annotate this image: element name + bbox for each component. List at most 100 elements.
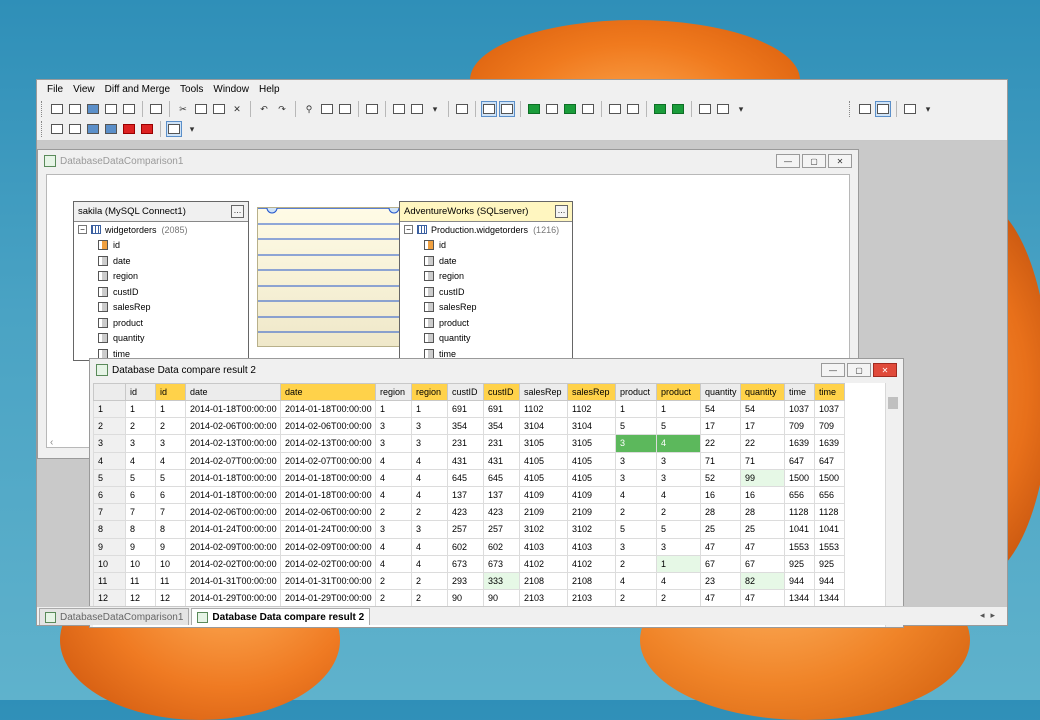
- table-cell[interactable]: 47: [700, 537, 741, 556]
- table-cell[interactable]: 645: [447, 468, 484, 487]
- table-cell[interactable]: 2: [375, 503, 412, 522]
- row-number[interactable]: 9: [93, 537, 126, 556]
- delete-icon[interactable]: ✕: [229, 101, 245, 117]
- comparison-window-titlebar[interactable]: DatabaseDataComparison1: [38, 150, 858, 172]
- table-cell[interactable]: 3102: [567, 520, 616, 539]
- table-cell[interactable]: 1128: [814, 503, 845, 522]
- table-cell[interactable]: 5: [615, 520, 657, 539]
- text-view-icon[interactable]: [857, 101, 873, 117]
- table-cell[interactable]: 4: [125, 451, 156, 470]
- table-cell[interactable]: 3: [656, 451, 701, 470]
- right-column-date[interactable]: date: [400, 253, 572, 269]
- table-cell[interactable]: 709: [814, 417, 845, 436]
- right-column-product[interactable]: product: [400, 315, 572, 331]
- table-icon[interactable]: [49, 121, 65, 137]
- compare-word-icon[interactable]: [85, 101, 101, 117]
- table-cell[interactable]: 944: [784, 571, 815, 591]
- table-row[interactable]: 10 10 10 2014-02-02T00:00:00 2014-02-02T00:0…: [93, 554, 845, 573]
- table-cell[interactable]: 8: [155, 520, 186, 539]
- table-cell[interactable]: 1037: [814, 399, 845, 419]
- table-cell[interactable]: 4109: [567, 485, 616, 505]
- table-cell[interactable]: 6: [155, 485, 186, 505]
- collapse-icon[interactable]: −: [404, 225, 413, 235]
- table-cell[interactable]: 5: [155, 468, 186, 487]
- table-cell[interactable]: 4: [375, 468, 412, 487]
- table-cell[interactable]: 4103: [519, 537, 568, 556]
- column-header-region[interactable]: region: [411, 383, 448, 401]
- table-cell[interactable]: 2014-02-06T00:00:00: [280, 503, 376, 522]
- table-cell[interactable]: 231: [447, 434, 484, 453]
- table-cell[interactable]: 1553: [814, 537, 845, 556]
- table-cell[interactable]: 602: [447, 537, 484, 556]
- table-cell[interactable]: 2014-01-24T00:00:00: [280, 520, 376, 539]
- toolbar-grip[interactable]: [41, 121, 45, 137]
- table-cell[interactable]: 4: [656, 571, 701, 591]
- maximize-button[interactable]: ▢: [802, 154, 826, 168]
- table-cell[interactable]: 647: [814, 451, 845, 470]
- merge-right-icon[interactable]: [652, 101, 668, 117]
- table-cell[interactable]: 4: [411, 451, 448, 470]
- report-icon[interactable]: [391, 101, 407, 117]
- row-number[interactable]: 5: [93, 468, 126, 487]
- map-tables-icon[interactable]: [85, 121, 101, 137]
- column-header-date[interactable]: date: [185, 383, 281, 401]
- table-cell[interactable]: 12: [125, 589, 156, 608]
- tab-scroll-arrows-icon[interactable]: ◂▸: [980, 610, 1001, 621]
- table-cell[interactable]: 2014-02-02T00:00:00: [185, 554, 281, 573]
- table-row[interactable]: 7 7 7 2014-02-06T00:00:00 2014-02-06T00:00:0…: [93, 503, 845, 522]
- left-table-box[interactable]: sakila (MySQL Connect1) … − widgetorders…: [73, 201, 249, 361]
- table-cell[interactable]: 1639: [814, 434, 845, 453]
- paste-icon[interactable]: [211, 101, 227, 117]
- table-cell[interactable]: 2014-01-18T00:00:00: [280, 468, 376, 487]
- table-cell[interactable]: 10: [155, 554, 186, 573]
- table-cell[interactable]: 2014-01-18T00:00:00: [280, 399, 376, 419]
- table-cell[interactable]: 2014-02-06T00:00:00: [280, 417, 376, 436]
- table-cell[interactable]: 17: [700, 417, 741, 436]
- table-cell[interactable]: 1553: [784, 537, 815, 556]
- close-button[interactable]: ✕: [873, 363, 897, 377]
- table-cell[interactable]: 2014-02-09T00:00:00: [185, 537, 281, 556]
- table-cell[interactable]: 90: [483, 589, 520, 608]
- table-cell[interactable]: 925: [784, 554, 815, 573]
- table-cell[interactable]: 90: [447, 589, 484, 608]
- column-header-date[interactable]: date: [280, 383, 376, 401]
- right-column-id[interactable]: id: [400, 238, 572, 254]
- collapse-icon[interactable]: −: [78, 225, 87, 235]
- report-dropdown-icon[interactable]: ▾: [427, 101, 443, 117]
- table-cell[interactable]: 3: [411, 417, 448, 436]
- table-cell[interactable]: 52: [700, 468, 741, 487]
- find-next-icon[interactable]: [319, 101, 335, 117]
- table-cell[interactable]: 257: [483, 520, 520, 539]
- table-cell[interactable]: 231: [483, 434, 520, 453]
- table-cell[interactable]: 6: [125, 485, 156, 505]
- tab-compare-result[interactable]: Database Data compare result 2: [191, 608, 371, 625]
- table-cell[interactable]: 2014-02-06T00:00:00: [185, 503, 281, 522]
- table-cell[interactable]: 1041: [814, 520, 845, 539]
- column-header-salesRep[interactable]: salesRep: [519, 383, 568, 401]
- column-header-quantity[interactable]: quantity: [700, 383, 741, 401]
- table-cell[interactable]: 9: [125, 537, 156, 556]
- column-header-product[interactable]: product: [615, 383, 657, 401]
- table-cell[interactable]: 673: [447, 554, 484, 573]
- table-cell[interactable]: 67: [700, 554, 741, 573]
- row-number[interactable]: 2: [93, 417, 126, 436]
- table-cell[interactable]: 1: [155, 399, 186, 419]
- table-cell[interactable]: 647: [784, 451, 815, 470]
- table-row[interactable]: 3 3 3 2014-02-13T00:00:00 2014-02-13T00:00:0…: [93, 434, 845, 453]
- table-cell[interactable]: 673: [483, 554, 520, 573]
- menu-diff-and-merge[interactable]: Diff and Merge: [100, 84, 175, 95]
- table-cell[interactable]: 3: [125, 434, 156, 453]
- map-right-icon[interactable]: [139, 121, 155, 137]
- table-cell[interactable]: 5: [656, 520, 701, 539]
- table-cell[interactable]: 3: [656, 468, 701, 487]
- table-cell[interactable]: 4: [411, 554, 448, 573]
- table-cell[interactable]: 1: [656, 399, 701, 419]
- column-header-id[interactable]: id: [125, 383, 156, 401]
- column-header-custID[interactable]: custID: [483, 383, 520, 401]
- table-cell[interactable]: 2: [375, 571, 412, 591]
- table-cell[interactable]: 2014-02-13T00:00:00: [185, 434, 281, 453]
- vertical-scrollbar[interactable]: [885, 383, 899, 627]
- table-cell[interactable]: 5: [656, 417, 701, 436]
- row-number[interactable]: 10: [93, 554, 126, 573]
- column-header-region[interactable]: region: [375, 383, 412, 401]
